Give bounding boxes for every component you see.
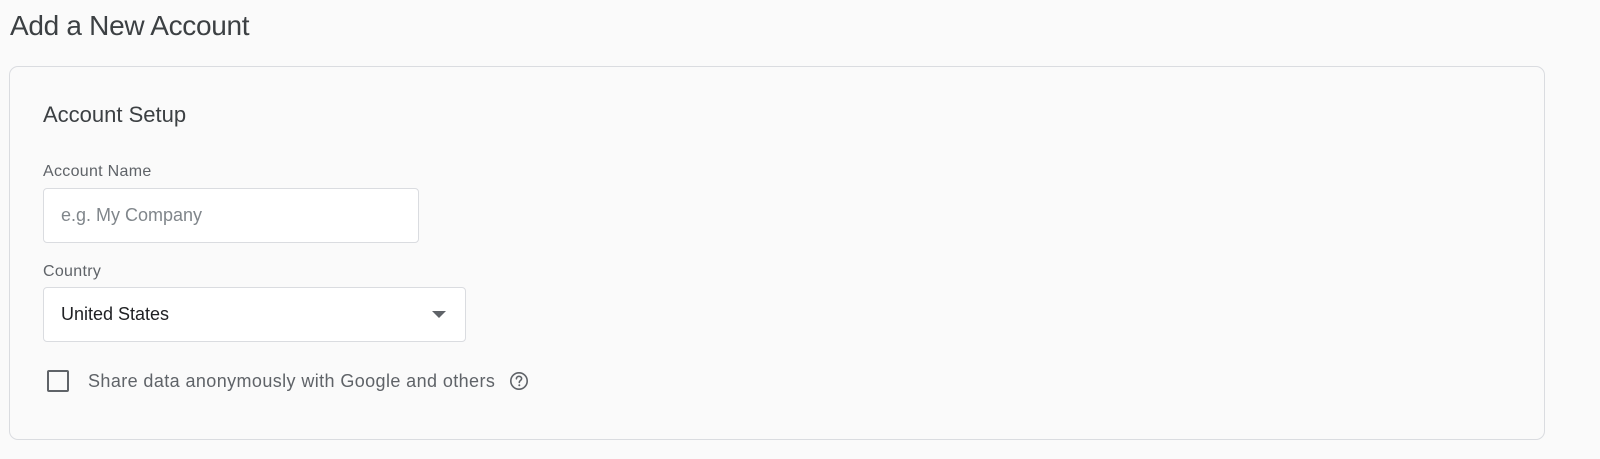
account-name-label: Account Name [43, 163, 152, 180]
country-selected-value: United States [61, 304, 170, 324]
section-title: Account Setup [43, 102, 187, 127]
help-circle-icon[interactable] [509, 371, 529, 391]
dropdown-arrow-icon [432, 311, 446, 318]
share-data-checkbox[interactable] [47, 370, 69, 392]
country-label: Country [43, 263, 102, 280]
page-title: Add a New Account [10, 10, 250, 41]
share-data-row: Share data anonymously with Google and o… [47, 366, 529, 396]
country-select[interactable]: United States [43, 287, 466, 342]
share-data-label: Share data anonymously with Google and o… [88, 371, 496, 391]
account-name-input[interactable] [43, 188, 419, 243]
account-setup-card: Account Setup Account Name Country Unite… [9, 66, 1545, 440]
